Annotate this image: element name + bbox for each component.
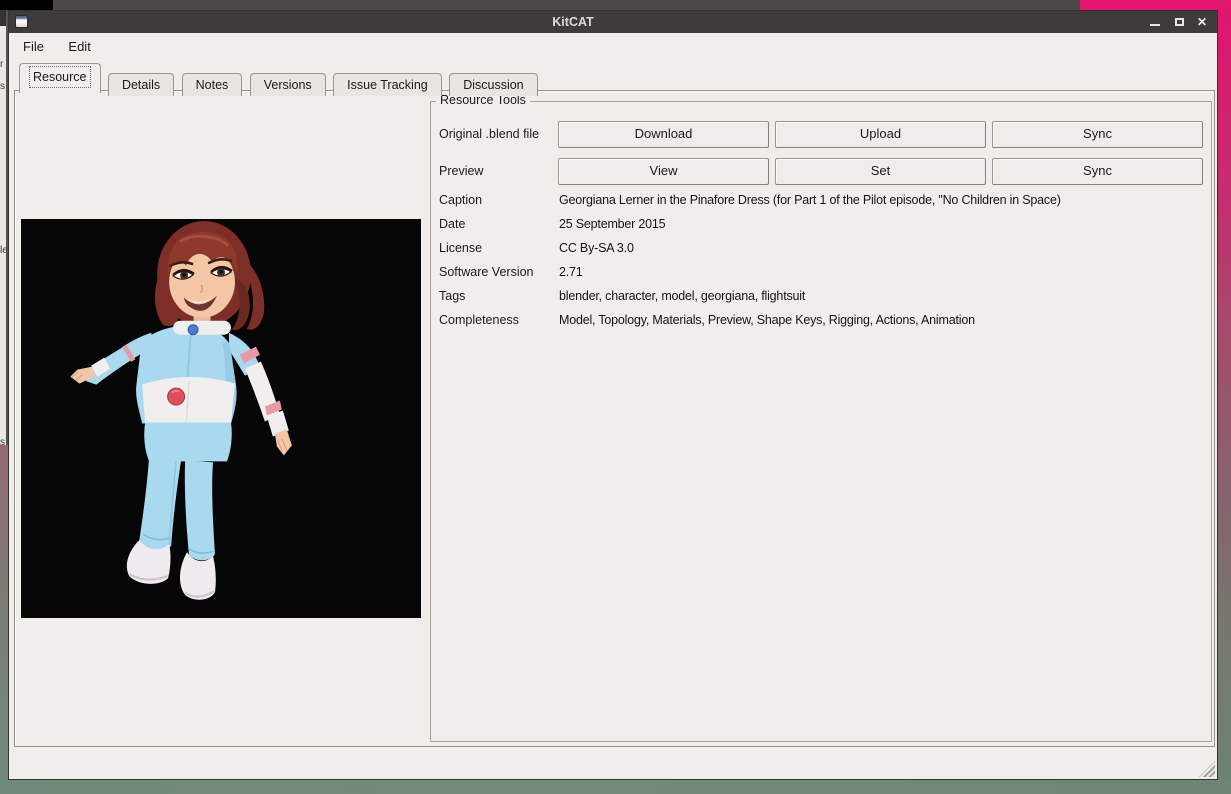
menu-file[interactable]: File [13, 34, 54, 60]
background-window-titlebar-sliver [0, 10, 8, 26]
tab-resource[interactable]: Resource [19, 63, 101, 93]
background-text-fragment: r [0, 60, 3, 70]
desktop-right-edge [1218, 10, 1231, 780]
preview-image [21, 219, 421, 618]
desktop-top-strip [53, 0, 1080, 10]
character-render-georgiana [21, 219, 421, 618]
desktop-bottom-strip [0, 780, 1231, 794]
resource-tab-panel: Resource Tools Original .blend file Down… [14, 90, 1215, 747]
kitcat-window: KitCAT ✕ File Edit Resource Details Note… [8, 10, 1218, 780]
date-label: Date [439, 216, 465, 233]
background-text-fragment: s [0, 438, 5, 445]
close-button[interactable]: ✕ [1193, 14, 1211, 30]
tab-versions[interactable]: Versions [250, 73, 326, 96]
view-button[interactable]: View [558, 158, 769, 185]
original-blend-file-label: Original .blend file [439, 121, 539, 148]
sync-preview-button[interactable]: Sync [992, 158, 1203, 185]
maximize-button[interactable] [1170, 14, 1188, 30]
resource-tools-group: Resource Tools Original .blend file Down… [430, 101, 1212, 742]
sync-blend-button[interactable]: Sync [992, 121, 1203, 148]
tab-issue-tracking[interactable]: Issue Tracking [333, 73, 442, 96]
license-label: License [439, 240, 482, 257]
caption-label: Caption [439, 192, 482, 209]
software-version-value: 2.71 [559, 264, 583, 281]
background-text-fragment: le [0, 246, 8, 256]
completeness-label: Completeness [439, 312, 519, 329]
resize-grip[interactable] [1199, 761, 1215, 777]
set-button[interactable]: Set [775, 158, 986, 185]
download-button[interactable]: Download [558, 121, 769, 148]
background-window-sliver: r s le s [0, 10, 8, 445]
tab-discussion[interactable]: Discussion [449, 73, 537, 96]
window-title: KitCAT [9, 11, 1137, 33]
completeness-value: Model, Topology, Materials, Preview, Sha… [559, 312, 975, 329]
tab-notes[interactable]: Notes [182, 73, 243, 96]
license-value: CC By-SA 3.0 [559, 240, 634, 257]
menu-edit[interactable]: Edit [58, 34, 100, 60]
upload-button[interactable]: Upload [775, 121, 986, 148]
tags-value: blender, character, model, georgiana, fl… [559, 288, 805, 305]
minimize-button[interactable] [1146, 14, 1164, 30]
background-text-fragment: s [0, 82, 5, 92]
preview-label: Preview [439, 158, 483, 185]
date-value: 25 September 2015 [559, 216, 665, 233]
desktop-top-left-corner [0, 0, 53, 10]
tab-strip: Resource Details Notes Versions Issue Tr… [19, 63, 541, 103]
maximize-icon [1175, 18, 1184, 26]
minimize-icon [1150, 24, 1160, 26]
tab-details[interactable]: Details [108, 73, 174, 96]
tags-label: Tags [439, 288, 465, 305]
desktop: r s le s KitCAT ✕ File Edit Resource Det… [0, 0, 1231, 794]
software-version-label: Software Version [439, 264, 534, 281]
menubar: File Edit [9, 33, 1217, 59]
caption-value: Georgiana Lerner in the Pinafore Dress (… [559, 192, 1061, 209]
desktop-pink-strip [1080, 0, 1231, 10]
titlebar[interactable]: KitCAT ✕ [9, 11, 1217, 33]
close-icon: ✕ [1197, 14, 1207, 30]
